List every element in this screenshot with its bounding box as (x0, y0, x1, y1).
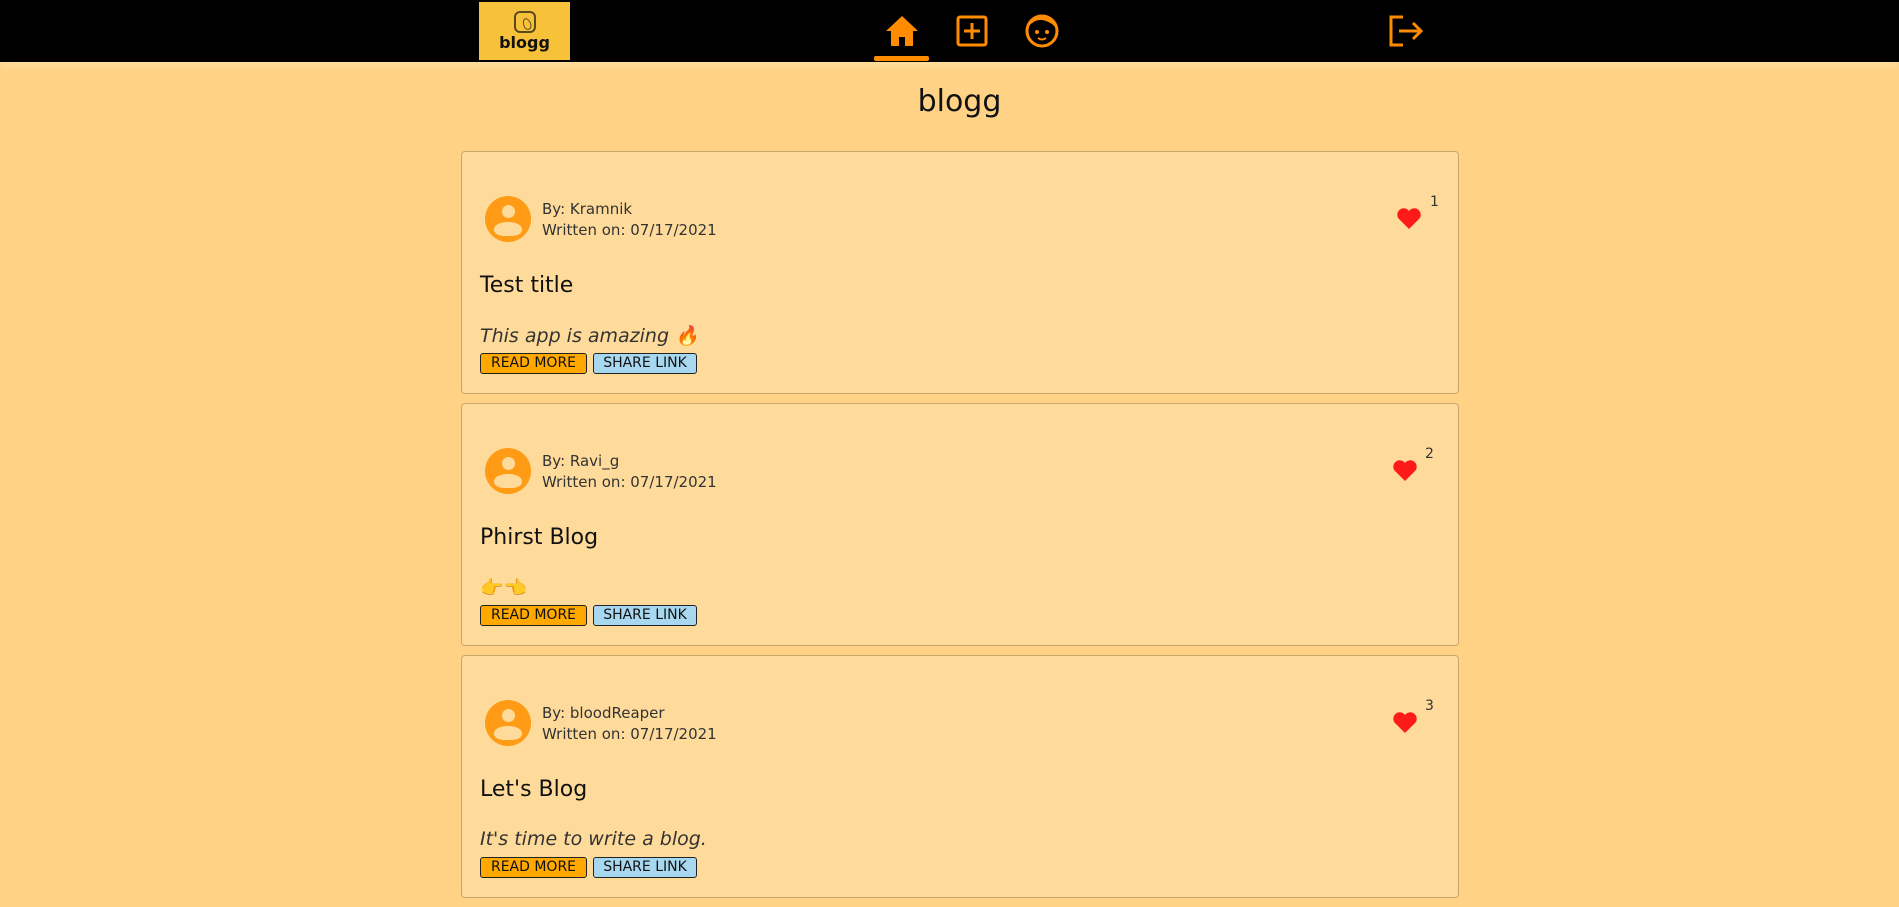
post-excerpt: This app is amazing 🔥 (480, 325, 699, 347)
logo-text: blogg (499, 33, 550, 52)
logo-icon (513, 11, 536, 33)
heart-icon[interactable] (1396, 206, 1422, 230)
post-actions: READ MORE SHARE LINK (480, 857, 697, 878)
post-meta: By: Kramnik Written on: 07/17/2021 (542, 199, 717, 241)
post-excerpt: It's time to write a blog. (480, 828, 707, 850)
share-link-button[interactable]: SHARE LINK (593, 857, 697, 878)
nav-profile-button[interactable] (1023, 12, 1061, 50)
post-title: Test title (480, 273, 574, 298)
avatar (485, 196, 531, 242)
post-title: Phirst Blog (480, 525, 599, 550)
avatar (485, 700, 531, 746)
face-icon (1025, 14, 1059, 48)
share-link-button[interactable]: SHARE LINK (593, 353, 697, 374)
post-date: Written on: 07/17/2021 (542, 725, 717, 743)
post-card: By: Ravi_g Written on: 07/17/2021 2 Phir… (461, 403, 1459, 646)
post-meta: By: bloodReaper Written on: 07/17/2021 (542, 703, 717, 745)
post-card: By: Kramnik Written on: 07/17/2021 1 Tes… (461, 151, 1459, 394)
share-link-button[interactable]: SHARE LINK (593, 605, 697, 626)
page-title: blogg (917, 84, 1002, 119)
post-title: Let's Blog (480, 777, 588, 802)
avatar (485, 448, 531, 494)
post-card: By: bloodReaper Written on: 07/17/2021 3… (461, 655, 1459, 898)
heart-icon[interactable] (1392, 710, 1418, 734)
nav-new-post-button[interactable] (953, 12, 991, 50)
post-author: By: Ravi_g (542, 452, 620, 470)
post-actions: READ MORE SHARE LINK (480, 605, 697, 626)
post-meta: By: Ravi_g Written on: 07/17/2021 (542, 451, 717, 493)
active-nav-indicator (874, 56, 929, 61)
plus-square-icon (956, 15, 988, 47)
post-author: By: bloodReaper (542, 704, 665, 722)
post-author: By: Kramnik (542, 200, 633, 218)
post-date: Written on: 07/17/2021 (542, 221, 717, 239)
read-more-button[interactable]: READ MORE (480, 353, 587, 374)
post-feed: By: Kramnik Written on: 07/17/2021 1 Tes… (461, 151, 1459, 907)
like-count: 2 (1425, 446, 1434, 462)
post-date: Written on: 07/17/2021 (542, 473, 717, 491)
read-more-button[interactable]: READ MORE (480, 605, 587, 626)
top-nav-bar: blogg (0, 0, 1899, 62)
post-excerpt: 👉👈 (480, 577, 528, 599)
home-icon (886, 16, 918, 46)
app-logo[interactable]: blogg (479, 2, 570, 60)
like-count: 1 (1430, 194, 1439, 210)
post-actions: READ MORE SHARE LINK (480, 353, 697, 374)
heart-icon[interactable] (1392, 458, 1418, 482)
nav-home-button[interactable] (883, 12, 921, 50)
like-count: 3 (1425, 698, 1434, 714)
read-more-button[interactable]: READ MORE (480, 857, 587, 878)
logout-icon (1389, 15, 1424, 47)
logout-button[interactable] (1387, 12, 1425, 50)
